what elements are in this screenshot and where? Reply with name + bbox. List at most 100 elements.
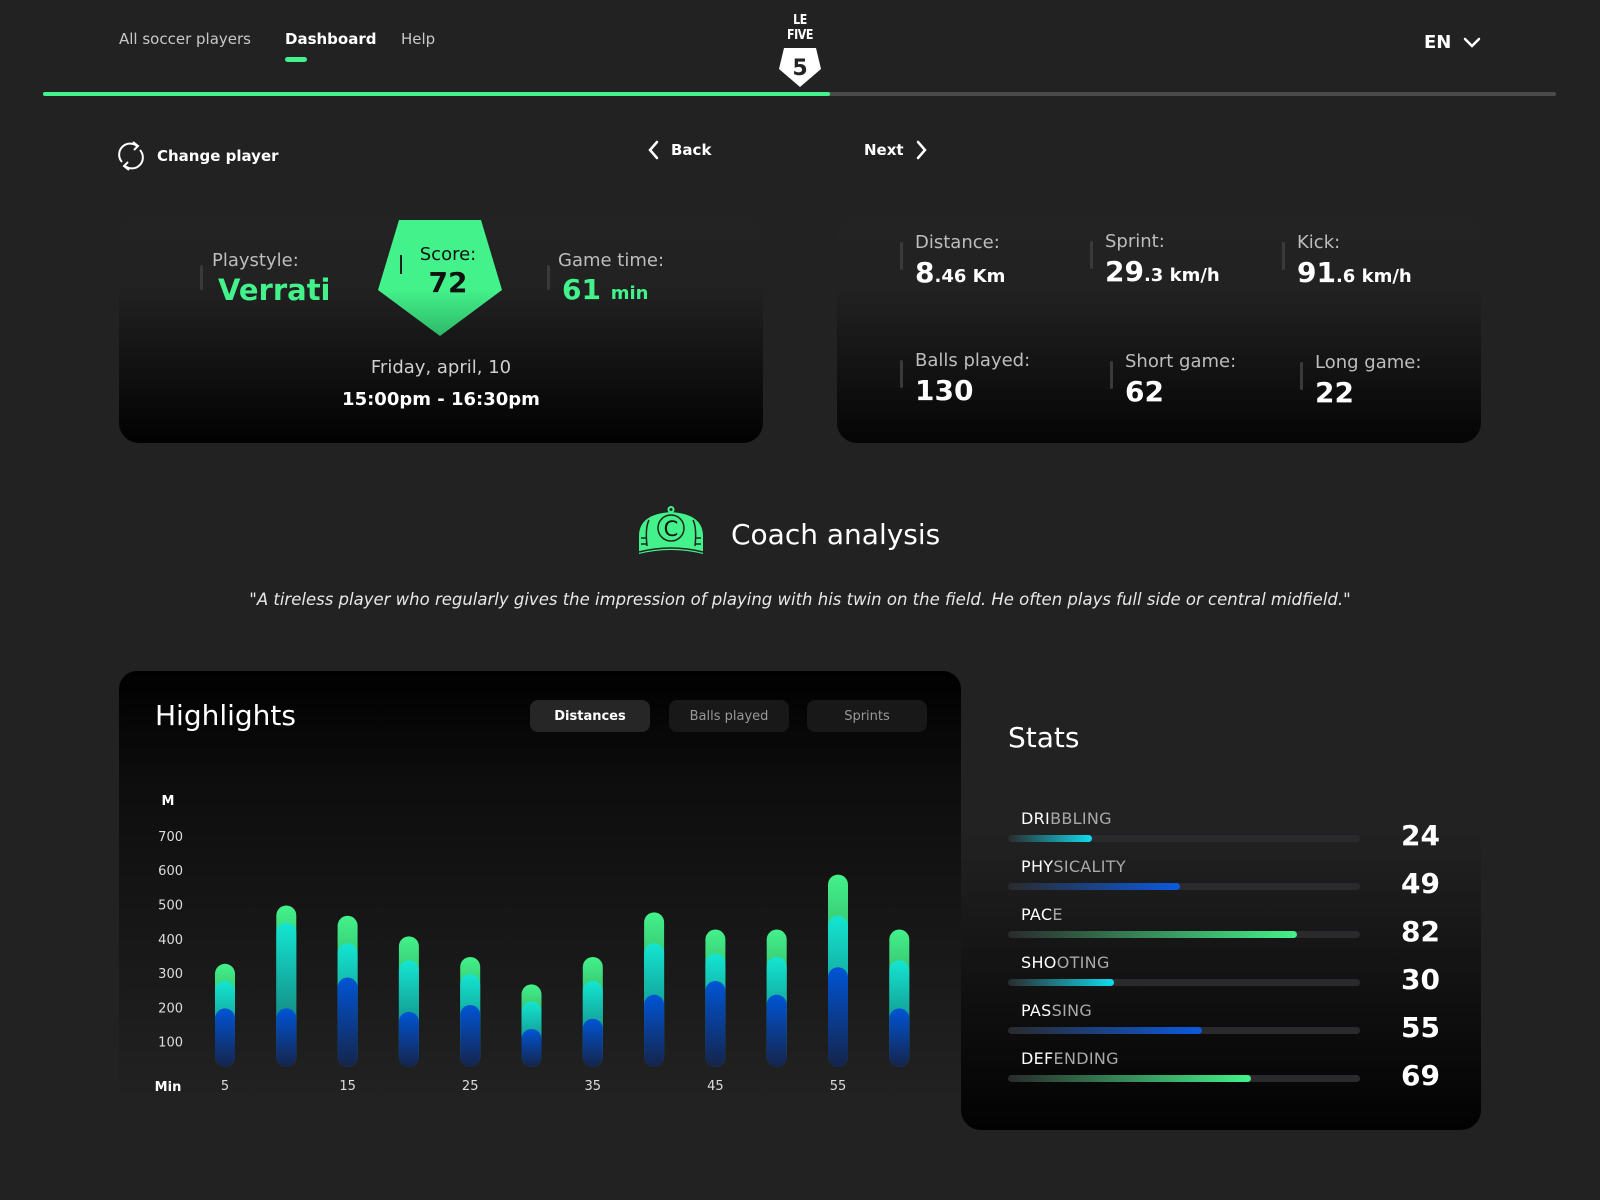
progress-fill	[43, 92, 830, 96]
score-label: Score:	[419, 244, 477, 265]
metric-kick: Kick: 91.6 km/h	[1282, 232, 1412, 289]
stat-name: PASSING	[1021, 1001, 1093, 1020]
bar-group	[582, 956, 603, 1067]
bar-blue-layer	[705, 980, 726, 1067]
stat-name: SHOOTING	[1021, 953, 1110, 972]
bar-group	[521, 984, 542, 1067]
progress-bar	[43, 92, 1556, 96]
nav-link-all-soccer-players[interactable]: All soccer players	[119, 30, 251, 48]
bar-blue-layer	[276, 1008, 297, 1067]
nav-link-help[interactable]: Help	[401, 30, 435, 48]
metric-int: 62	[1125, 375, 1164, 408]
coach-cap-icon: C	[638, 506, 704, 554]
bar-blue-layer	[337, 977, 358, 1067]
metric-int: 91	[1297, 256, 1336, 289]
metric-balls-played: Balls played: 130	[900, 350, 1030, 407]
match-date: Friday, april, 10	[370, 357, 512, 378]
metric-value: 29.3 km/h	[1105, 255, 1220, 288]
stat-value: 24	[1401, 819, 1440, 852]
top-nav: All soccer players Dashboard Help LE FIV…	[0, 0, 1600, 100]
bar-blue-layer	[215, 1008, 235, 1067]
stat-name: DRIBBLING	[1021, 809, 1112, 828]
bar-blue-layer	[828, 967, 848, 1067]
bar-blue-layer	[521, 1028, 542, 1067]
score-value: 72	[428, 266, 468, 299]
y-tick-label: 500	[158, 899, 183, 914]
stat-bar-track	[1008, 883, 1360, 890]
metric-long-game: Long game: 22	[1300, 352, 1421, 409]
metric-label: Balls played:	[915, 350, 1031, 371]
stat-name: DEFENDING	[1021, 1049, 1119, 1068]
metric-value: 130	[915, 374, 1030, 407]
bar-group	[276, 905, 297, 1067]
metric-int: 130	[915, 374, 974, 407]
metric-sprint: Sprint: 29.3 km/h	[1090, 231, 1220, 288]
logo-text: LE FIVE	[786, 13, 814, 43]
stat-bar-fill	[1008, 979, 1114, 986]
stats-card: Stats DRIBBLING 24 PHYSICALITY 49 PACE 82 SHOO…	[961, 700, 1481, 1130]
metric-int: 22	[1315, 376, 1354, 409]
metric-value: 22	[1315, 376, 1421, 409]
x-tick-label: 15	[339, 1079, 356, 1094]
back-label: Back	[671, 141, 712, 159]
x-tick-label: 35	[585, 1079, 602, 1094]
stat-bar-track	[1008, 835, 1360, 842]
y-tick-label: 700	[158, 830, 183, 845]
change-player-button[interactable]: Change player	[117, 140, 279, 172]
metric-unit: .46 Km	[934, 266, 1006, 287]
stat-value: 49	[1401, 867, 1440, 900]
svg-text:C: C	[664, 517, 679, 541]
game-time-unit: min	[610, 283, 649, 304]
logo-pentagon-icon: 5	[779, 48, 821, 87]
chevron-down-icon	[1464, 37, 1481, 48]
x-tick-label: 45	[707, 1079, 724, 1094]
y-tick-label: 200	[158, 1001, 183, 1016]
stat-value: 30	[1401, 963, 1440, 996]
nav-link-dashboard[interactable]: Dashboard	[285, 30, 376, 48]
bar-group	[398, 936, 419, 1067]
bar-blue-layer	[582, 1018, 603, 1067]
metric-short-game: Short game: 62	[1110, 351, 1236, 408]
x-tick-label: 25	[462, 1079, 479, 1094]
stat-bar-fill	[1008, 1027, 1202, 1034]
x-tick-label: 5	[221, 1079, 229, 1094]
bar-group	[705, 929, 726, 1067]
stat-name: PACE	[1021, 905, 1063, 924]
logo[interactable]: LE FIVE 5	[777, 13, 823, 88]
bar-blue-layer	[398, 1011, 419, 1067]
x-axis-label: Min	[155, 1080, 182, 1095]
metric-distance: Distance: 8.46 Km	[900, 232, 1005, 289]
bar-blue-layer	[889, 1008, 910, 1067]
game-time-value: 61	[562, 273, 601, 306]
y-tick-label: 300	[158, 967, 183, 982]
active-tab-indicator	[285, 57, 307, 62]
bar-group	[889, 929, 910, 1067]
stat-value: 69	[1401, 1059, 1440, 1092]
next-label: Next	[864, 141, 904, 159]
metric-int: 29	[1105, 255, 1144, 288]
stat-name: PHYSICALITY	[1021, 857, 1126, 876]
metric-unit: .3 km/h	[1143, 265, 1220, 286]
stat-bar-track	[1008, 979, 1360, 986]
playstyle-value: Verrati	[218, 273, 331, 307]
y-tick-label: 100	[158, 1036, 183, 1051]
stats-title: Stats	[1008, 721, 1080, 754]
stat-bar-fill	[1008, 883, 1181, 890]
match-time-range: 15:00pm - 16:30pm	[342, 389, 540, 410]
metric-label: Kick:	[1297, 232, 1341, 253]
metric-label: Long game:	[1315, 352, 1422, 373]
language-selector[interactable]: EN	[1424, 32, 1481, 53]
metric-value: 91.6 km/h	[1297, 256, 1412, 289]
playstyle-label: Playstyle:	[212, 250, 299, 271]
chevron-right-icon	[916, 140, 927, 160]
metric-int: 8	[915, 256, 935, 289]
refresh-icon	[118, 141, 144, 171]
highlights-card: Highlights Distances Balls played Sprint…	[119, 671, 961, 1103]
coach-analysis-title: Coach analysis	[731, 518, 941, 551]
back-button[interactable]: Back	[647, 140, 711, 160]
metric-label: Short game:	[1125, 351, 1237, 372]
score-block: Score: 72	[413, 244, 483, 299]
stat-bar-fill	[1008, 1075, 1251, 1082]
next-button[interactable]: Next	[864, 140, 928, 160]
change-player-label: Change player	[157, 147, 279, 165]
